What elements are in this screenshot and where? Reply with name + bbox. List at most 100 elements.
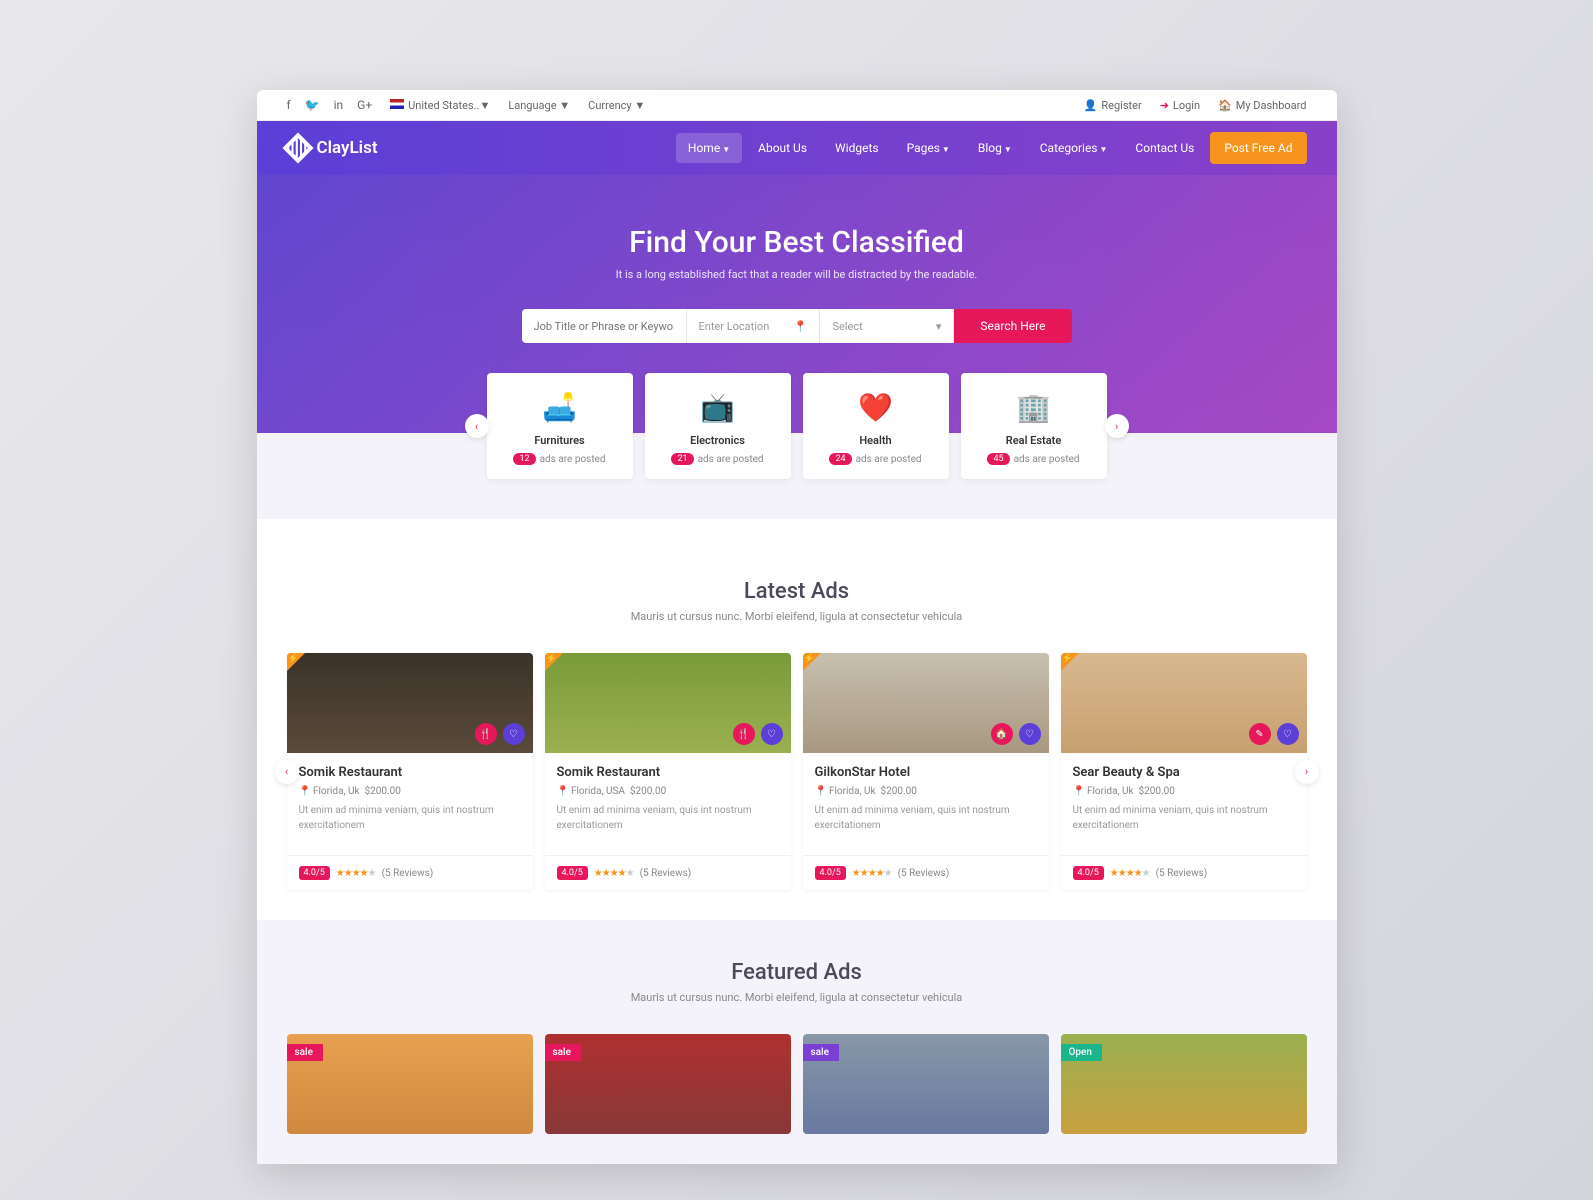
twitter-icon[interactable]: 🐦 xyxy=(305,98,320,112)
favorite-icon[interactable]: ♡ xyxy=(1019,723,1041,745)
restaurant-icon[interactable]: 🍴 xyxy=(733,723,755,745)
category-name: Furnitures xyxy=(495,434,625,447)
favorite-icon[interactable]: ♡ xyxy=(761,723,783,745)
category-name: Electronics xyxy=(653,434,783,447)
category-select[interactable]: Select▾ xyxy=(820,309,954,343)
featured-corner-icon xyxy=(803,653,821,671)
ad-desc: Ut enim ad minima veniam, quis int nostr… xyxy=(1073,803,1295,833)
ad-desc: Ut enim ad minima veniam, quis int nostr… xyxy=(815,803,1037,833)
nav-widgets[interactable]: Widgets xyxy=(823,133,891,163)
favorite-icon[interactable]: ♡ xyxy=(503,723,525,745)
ad-card[interactable]: 🏠♡ GilkonStar Hotel 📍Florida, Uk $200.00… xyxy=(803,653,1049,890)
sale-ribbon: sale xyxy=(287,1044,323,1061)
logo[interactable]: ClayList xyxy=(287,137,378,159)
health-icon: ❤️ xyxy=(811,391,941,424)
section-title: Featured Ads xyxy=(287,960,1307,985)
category-count: 21 xyxy=(671,453,693,465)
open-ribbon: Open xyxy=(1061,1044,1102,1061)
ad-title: Sear Beauty & Spa xyxy=(1073,765,1295,780)
nav-blog[interactable]: Blog▼ xyxy=(966,133,1024,163)
post-ad-button[interactable]: Post Free Ad xyxy=(1210,132,1306,164)
social-links: f 🐦 in G+ xyxy=(287,98,373,112)
category-name: Health xyxy=(811,434,941,447)
featured-card[interactable]: Open xyxy=(1061,1034,1307,1134)
rating-badge: 4.0/5 xyxy=(299,866,330,880)
stars-icon: ★★★★★ xyxy=(852,868,892,879)
furniture-icon: 🛋️ xyxy=(495,391,625,424)
navbar: ClayList Home▼ About Us Widgets Pages▼ B… xyxy=(257,121,1337,175)
featured-card[interactable]: sale xyxy=(545,1034,791,1134)
category-count: 45 xyxy=(987,453,1009,465)
keywords-input[interactable] xyxy=(522,309,687,343)
category-count: 12 xyxy=(513,453,535,465)
home-icon[interactable]: 🏠 xyxy=(991,723,1013,745)
sale-ribbon: sale xyxy=(545,1044,581,1061)
featured-card[interactable]: sale xyxy=(287,1034,533,1134)
ad-title: GilkonStar Hotel xyxy=(815,765,1037,780)
featured-card[interactable]: sale xyxy=(803,1034,1049,1134)
realestate-icon: 🏢 xyxy=(969,391,1099,424)
electronics-icon: 📺 xyxy=(653,391,783,424)
nav-home[interactable]: Home▼ xyxy=(676,133,742,163)
search-bar: Enter Location📍 Select▾ Search Here xyxy=(522,309,1072,343)
linkedin-icon[interactable]: in xyxy=(334,98,344,112)
hero-title: Find Your Best Classified xyxy=(287,225,1307,260)
ad-card[interactable]: ✎♡ Sear Beauty & Spa 📍Florida, Uk $200.0… xyxy=(1061,653,1307,890)
pin-icon: 📍 xyxy=(557,786,569,797)
login-link[interactable]: ➜Login xyxy=(1160,99,1200,112)
chevron-down-icon: ▾ xyxy=(936,320,942,333)
categories-row: ‹ 🛋️ Furnitures 12ads are posted 📺 Elect… xyxy=(457,373,1137,479)
pin-icon: 📍 xyxy=(1073,786,1085,797)
ad-desc: Ut enim ad minima veniam, quis int nostr… xyxy=(299,803,521,833)
stars-icon: ★★★★★ xyxy=(594,868,634,879)
category-card[interactable]: 🛋️ Furnitures 12ads are posted xyxy=(487,373,633,479)
ad-image: 🍴♡ xyxy=(545,653,791,753)
featured-corner-icon xyxy=(545,653,563,671)
currency-select[interactable]: Currency ▼ xyxy=(588,99,645,112)
nav-pages[interactable]: Pages▼ xyxy=(895,133,962,163)
sale-ribbon: sale xyxy=(803,1044,839,1061)
search-button[interactable]: Search Here xyxy=(954,309,1071,343)
rating-badge: 4.0/5 xyxy=(815,866,846,880)
dashboard-link[interactable]: 🏠My Dashboard xyxy=(1218,99,1306,112)
ad-card[interactable]: 🍴♡ Somik Restaurant 📍Florida, Uk $200.00… xyxy=(287,653,533,890)
favorite-icon[interactable]: ♡ xyxy=(1277,723,1299,745)
ad-image: 🏠♡ xyxy=(803,653,1049,753)
latest-ads-section: Latest Ads Mauris ut cursus nunc. Morbi … xyxy=(257,519,1337,920)
section-subtitle: Mauris ut cursus nunc. Morbi eleifend, l… xyxy=(287,991,1307,1004)
brand-name: ClayList xyxy=(317,138,378,158)
categories-prev[interactable]: ‹ xyxy=(465,414,489,438)
ad-image: 🍴♡ xyxy=(287,653,533,753)
country-select[interactable]: United States..▼ xyxy=(390,99,490,112)
ad-card[interactable]: 🍴♡ Somik Restaurant 📍Florida, USA $200.0… xyxy=(545,653,791,890)
topbar: f 🐦 in G+ United States..▼ Language ▼ Cu… xyxy=(257,90,1337,121)
section-subtitle: Mauris ut cursus nunc. Morbi eleifend, l… xyxy=(287,610,1307,623)
category-card[interactable]: 🏢 Real Estate 45ads are posted xyxy=(961,373,1107,479)
googleplus-icon[interactable]: G+ xyxy=(357,98,372,112)
rating-badge: 4.0/5 xyxy=(557,866,588,880)
location-input[interactable]: Enter Location📍 xyxy=(687,309,821,343)
category-name: Real Estate xyxy=(969,434,1099,447)
category-card[interactable]: 📺 Electronics 21ads are posted xyxy=(645,373,791,479)
logo-icon xyxy=(282,132,313,163)
pin-icon: 📍 xyxy=(815,786,827,797)
spa-icon[interactable]: ✎ xyxy=(1249,723,1271,745)
ad-title: Somik Restaurant xyxy=(557,765,779,780)
restaurant-icon[interactable]: 🍴 xyxy=(475,723,497,745)
nav-about[interactable]: About Us xyxy=(746,133,819,163)
category-count: 24 xyxy=(829,453,851,465)
nav-categories[interactable]: Categories▼ xyxy=(1028,133,1120,163)
featured-corner-icon xyxy=(1061,653,1079,671)
section-title: Latest Ads xyxy=(287,579,1307,604)
categories-next[interactable]: › xyxy=(1105,414,1129,438)
language-select[interactable]: Language ▼ xyxy=(508,99,570,112)
latest-prev[interactable]: ‹ xyxy=(275,760,299,784)
facebook-icon[interactable]: f xyxy=(287,98,291,112)
category-card[interactable]: ❤️ Health 24ads are posted xyxy=(803,373,949,479)
latest-next[interactable]: › xyxy=(1295,760,1319,784)
nav-contact[interactable]: Contact Us xyxy=(1123,133,1206,163)
featured-ads-section: Featured Ads Mauris ut cursus nunc. Morb… xyxy=(257,920,1337,1164)
register-link[interactable]: 👤Register xyxy=(1084,99,1142,112)
ad-image: ✎♡ xyxy=(1061,653,1307,753)
rating-badge: 4.0/5 xyxy=(1073,866,1104,880)
